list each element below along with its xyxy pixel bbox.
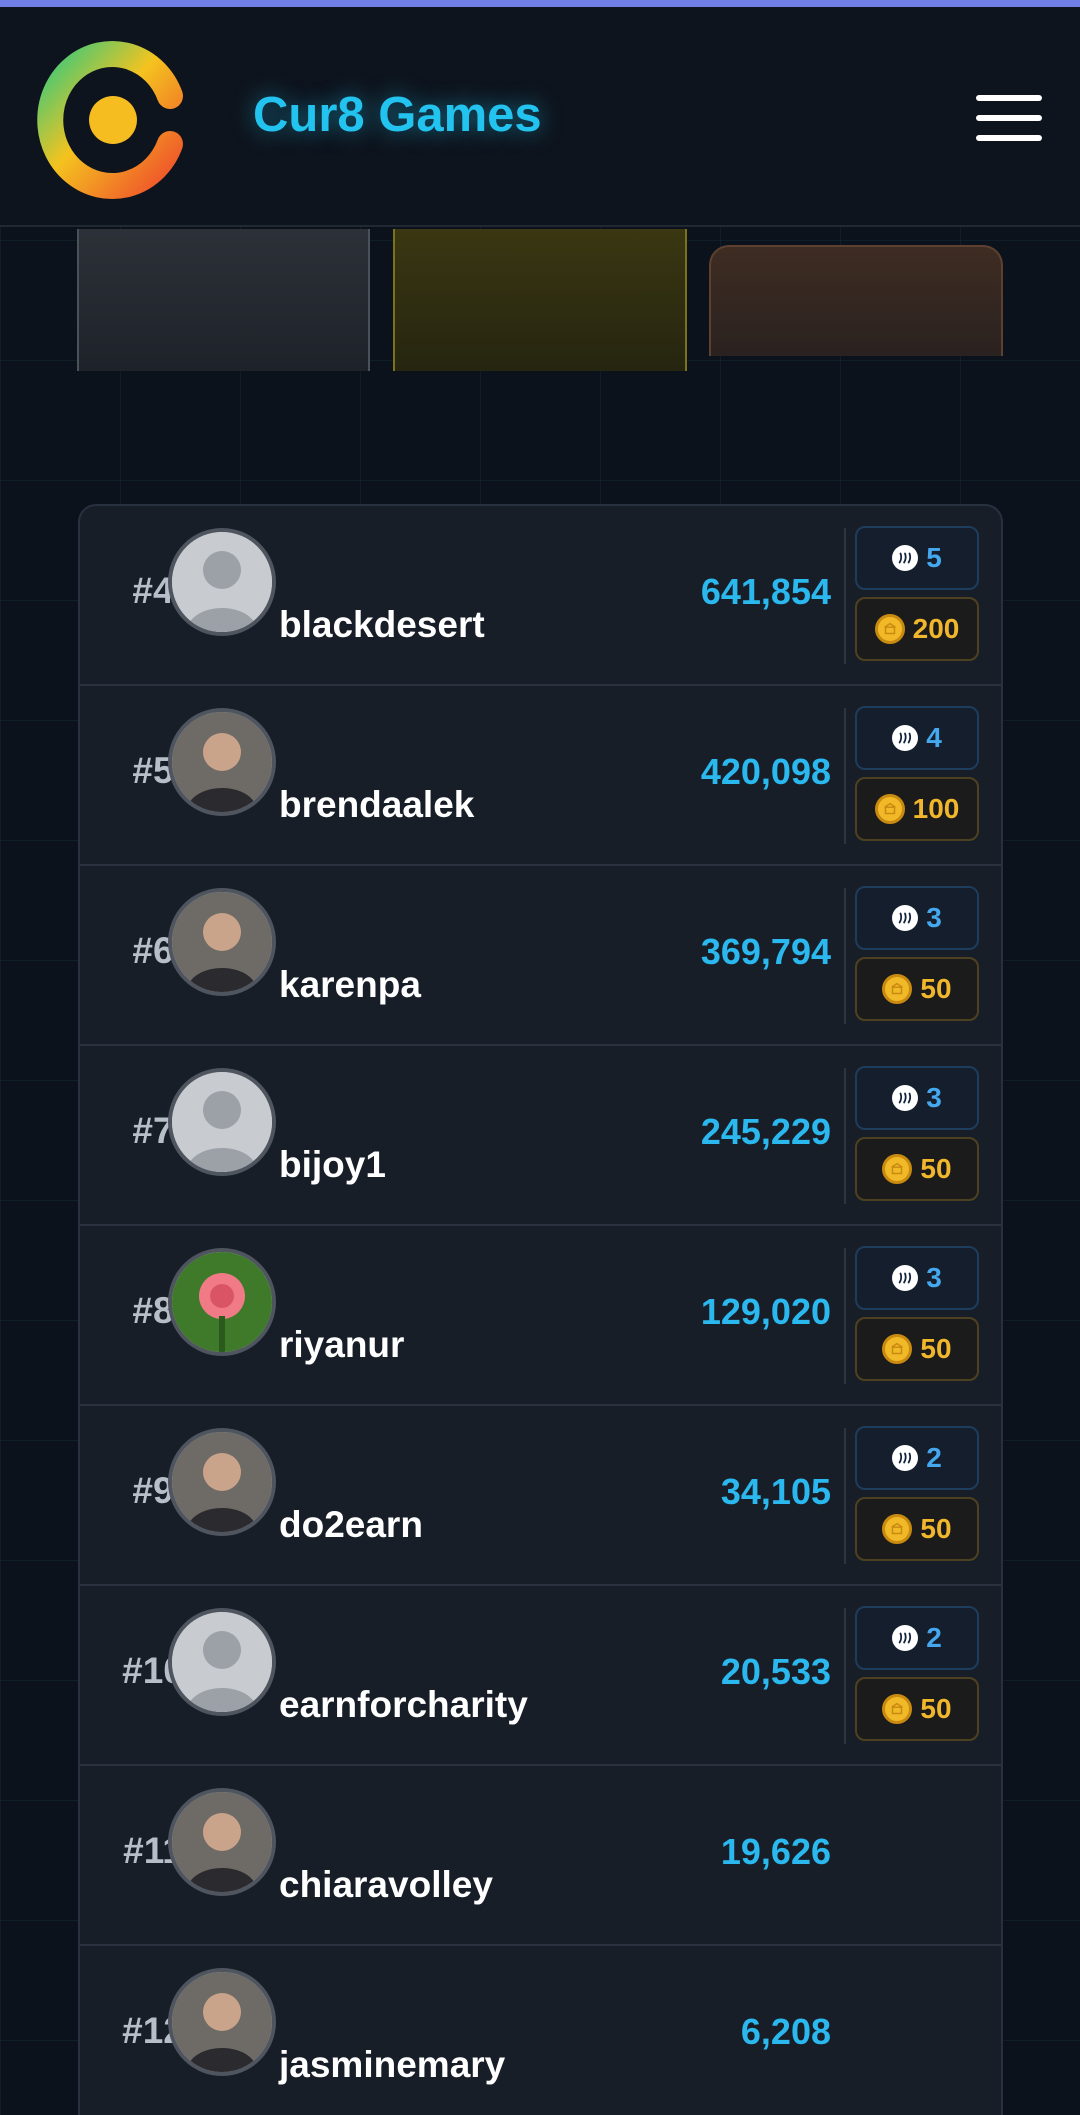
coin-reward-badge[interactable]: 200 xyxy=(855,597,979,661)
steem-reward-badge[interactable]: 4 xyxy=(855,706,979,770)
score: 20,533 xyxy=(720,1651,831,1692)
score: 420,098 xyxy=(700,751,831,792)
podium xyxy=(0,229,1080,379)
leaderboard-row[interactable]: #6 karenpa 369,794 3 50 xyxy=(80,866,1001,1046)
username[interactable]: karenpa xyxy=(279,964,421,1006)
podium-third-place xyxy=(709,245,1003,356)
user-avatar[interactable] xyxy=(168,1788,276,1896)
steem-reward-badge[interactable]: 2 xyxy=(855,1606,979,1670)
leaderboard-row[interactable]: #10 earnforcharity 20,533 2 50 xyxy=(80,1586,1001,1766)
coin-reward-value: 50 xyxy=(920,1693,952,1724)
username[interactable]: bijoy1 xyxy=(279,1144,386,1186)
user-avatar[interactable] xyxy=(168,1608,276,1716)
coin-icon xyxy=(882,1514,913,1544)
score: 641,854 xyxy=(700,571,831,612)
steem-reward-badge[interactable]: 5 xyxy=(855,526,979,590)
coin-reward-badge[interactable]: 50 xyxy=(855,1317,979,1381)
leaderboard-row[interactable]: #12 jasminemary 6,208 xyxy=(80,1946,1001,2115)
steem-icon xyxy=(892,1085,919,1111)
leaderboard-row[interactable]: #9 do2earn 34,105 2 50 xyxy=(80,1406,1001,1586)
steem-icon xyxy=(892,1625,919,1651)
coin-reward-value: 50 xyxy=(920,1153,952,1184)
coin-icon xyxy=(882,974,913,1004)
coin-reward-badge[interactable]: 50 xyxy=(855,1677,979,1741)
username[interactable]: do2earn xyxy=(279,1504,423,1546)
top-accent-bar xyxy=(0,0,1080,7)
coin-icon xyxy=(882,1154,913,1184)
username[interactable]: brendaalek xyxy=(279,784,474,826)
score: 34,105 xyxy=(720,1471,831,1512)
brand-title: Cur8 Games xyxy=(253,88,542,142)
score: 19,626 xyxy=(720,1831,831,1872)
user-avatar[interactable] xyxy=(168,888,276,996)
steem-reward-value: 2 xyxy=(926,1442,942,1473)
coin-reward-badge[interactable]: 50 xyxy=(855,1497,979,1561)
row-divider xyxy=(844,1608,846,1744)
leaderboard-row[interactable]: #8 riyanur 129,020 3 50 xyxy=(80,1226,1001,1406)
row-divider xyxy=(844,1248,846,1384)
coin-reward-value: 100 xyxy=(912,793,960,824)
row-divider xyxy=(844,888,846,1024)
user-avatar[interactable] xyxy=(168,1248,276,1356)
coin-icon xyxy=(882,1694,913,1724)
row-divider xyxy=(844,708,846,844)
coin-icon xyxy=(882,1334,913,1364)
steem-reward-badge[interactable]: 3 xyxy=(855,1246,979,1310)
leaderboard-row[interactable]: #11 chiaravolley 19,626 xyxy=(80,1766,1001,1946)
score: 245,229 xyxy=(700,1111,831,1152)
steem-icon xyxy=(892,1445,919,1471)
steem-reward-value: 2 xyxy=(926,1622,942,1653)
app-header: Cur8 Games xyxy=(0,7,1080,227)
steem-reward-badge[interactable]: 3 xyxy=(855,1066,979,1130)
username[interactable]: chiaravolley xyxy=(279,1864,493,1906)
row-divider xyxy=(844,1428,846,1564)
hamburger-menu-icon[interactable] xyxy=(976,95,1046,143)
coin-reward-badge[interactable]: 50 xyxy=(855,957,979,1021)
coin-reward-value: 200 xyxy=(912,613,960,644)
podium-second-place xyxy=(77,229,370,371)
leaderboard-row[interactable]: #7 bijoy1 245,229 3 50 xyxy=(80,1046,1001,1226)
username[interactable]: earnforcharity xyxy=(279,1684,528,1726)
row-divider xyxy=(844,1068,846,1204)
user-avatar[interactable] xyxy=(168,1068,276,1176)
username[interactable]: jasminemary xyxy=(279,2044,505,2086)
leaderboard-row[interactable]: #5 brendaalek 420,098 4 100 xyxy=(80,686,1001,866)
steem-reward-badge[interactable]: 2 xyxy=(855,1426,979,1490)
steem-icon xyxy=(892,905,919,931)
coin-icon xyxy=(874,794,905,824)
user-avatar[interactable] xyxy=(168,708,276,816)
row-divider xyxy=(844,528,846,664)
coin-reward-value: 50 xyxy=(920,1513,952,1544)
coin-reward-badge[interactable]: 100 xyxy=(855,777,979,841)
coin-reward-value: 50 xyxy=(920,1333,952,1364)
coin-reward-value: 50 xyxy=(920,973,952,1004)
user-avatar[interactable] xyxy=(168,1428,276,1536)
score: 129,020 xyxy=(700,1291,831,1332)
leaderboard-row[interactable]: #4 blackdesert 641,854 5 200 xyxy=(80,506,1001,686)
steem-icon xyxy=(892,1265,919,1291)
username[interactable]: blackdesert xyxy=(279,604,485,646)
score: 369,794 xyxy=(700,931,831,972)
coin-icon xyxy=(874,614,905,644)
steem-reward-badge[interactable]: 3 xyxy=(855,886,979,950)
coin-reward-badge[interactable]: 50 xyxy=(855,1137,979,1201)
user-avatar[interactable] xyxy=(168,528,276,636)
username[interactable]: riyanur xyxy=(279,1324,404,1366)
steem-reward-value: 3 xyxy=(926,1082,942,1113)
steem-icon xyxy=(892,545,919,571)
steem-reward-value: 3 xyxy=(926,902,942,933)
leaderboard-table: #4 blackdesert 641,854 5 200 #5 brendaalek 420,… xyxy=(78,504,1003,2115)
score: 6,208 xyxy=(740,2011,831,2052)
cur8-logo[interactable] xyxy=(34,40,184,200)
steem-reward-value: 4 xyxy=(926,722,942,753)
steem-reward-value: 5 xyxy=(926,542,942,573)
user-avatar[interactable] xyxy=(168,1968,276,2076)
steem-reward-value: 3 xyxy=(926,1262,942,1293)
podium-first-place xyxy=(393,229,687,371)
steem-icon xyxy=(892,725,919,751)
